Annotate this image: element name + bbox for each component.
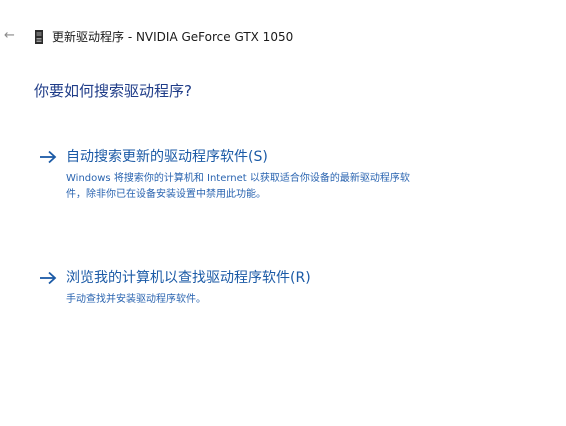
back-arrow-icon[interactable]: ← <box>4 28 18 44</box>
auto-search-description-line-2: 件，除非你已在设备安装设置中禁用此功能。 <box>66 189 266 200</box>
browse-computer-title[interactable]: 浏览我的计算机以查找驱动程序软件(R) <box>66 268 311 288</box>
auto-search-description-line-1: Windows 将搜索你的计算机和 Internet 以获取适合你设备的最新驱动… <box>66 173 410 184</box>
browse-computer-description: 手动查找并安装驱动程序软件。 <box>66 292 506 308</box>
browse-computer-description-line-1: 手动查找并安装驱动程序软件。 <box>66 294 206 305</box>
graphics-card-icon <box>35 30 43 44</box>
auto-search-description: Windows 将搜索你的计算机和 Internet 以获取适合你设备的最新驱动… <box>66 171 506 203</box>
arrow-right-icon <box>40 271 57 285</box>
browse-computer-option[interactable]: 浏览我的计算机以查找驱动程序软件(R) 手动查找并安装驱动程序软件。 <box>38 268 538 308</box>
auto-search-option[interactable]: 自动搜索更新的驱动程序软件(S) Windows 将搜索你的计算机和 Inter… <box>38 147 538 203</box>
window-title: 更新驱动程序 - NVIDIA GeForce GTX 1050 <box>52 30 294 44</box>
auto-search-title[interactable]: 自动搜索更新的驱动程序软件(S) <box>66 147 268 167</box>
arrow-right-icon <box>40 150 57 164</box>
driver-update-dialog: ← 更新驱动程序 - NVIDIA GeForce GTX 1050 你要如何搜… <box>0 0 566 426</box>
page-heading: 你要如何搜索驱动程序? <box>34 82 192 100</box>
window-title-bar: 更新驱动程序 - NVIDIA GeForce GTX 1050 <box>34 28 293 46</box>
